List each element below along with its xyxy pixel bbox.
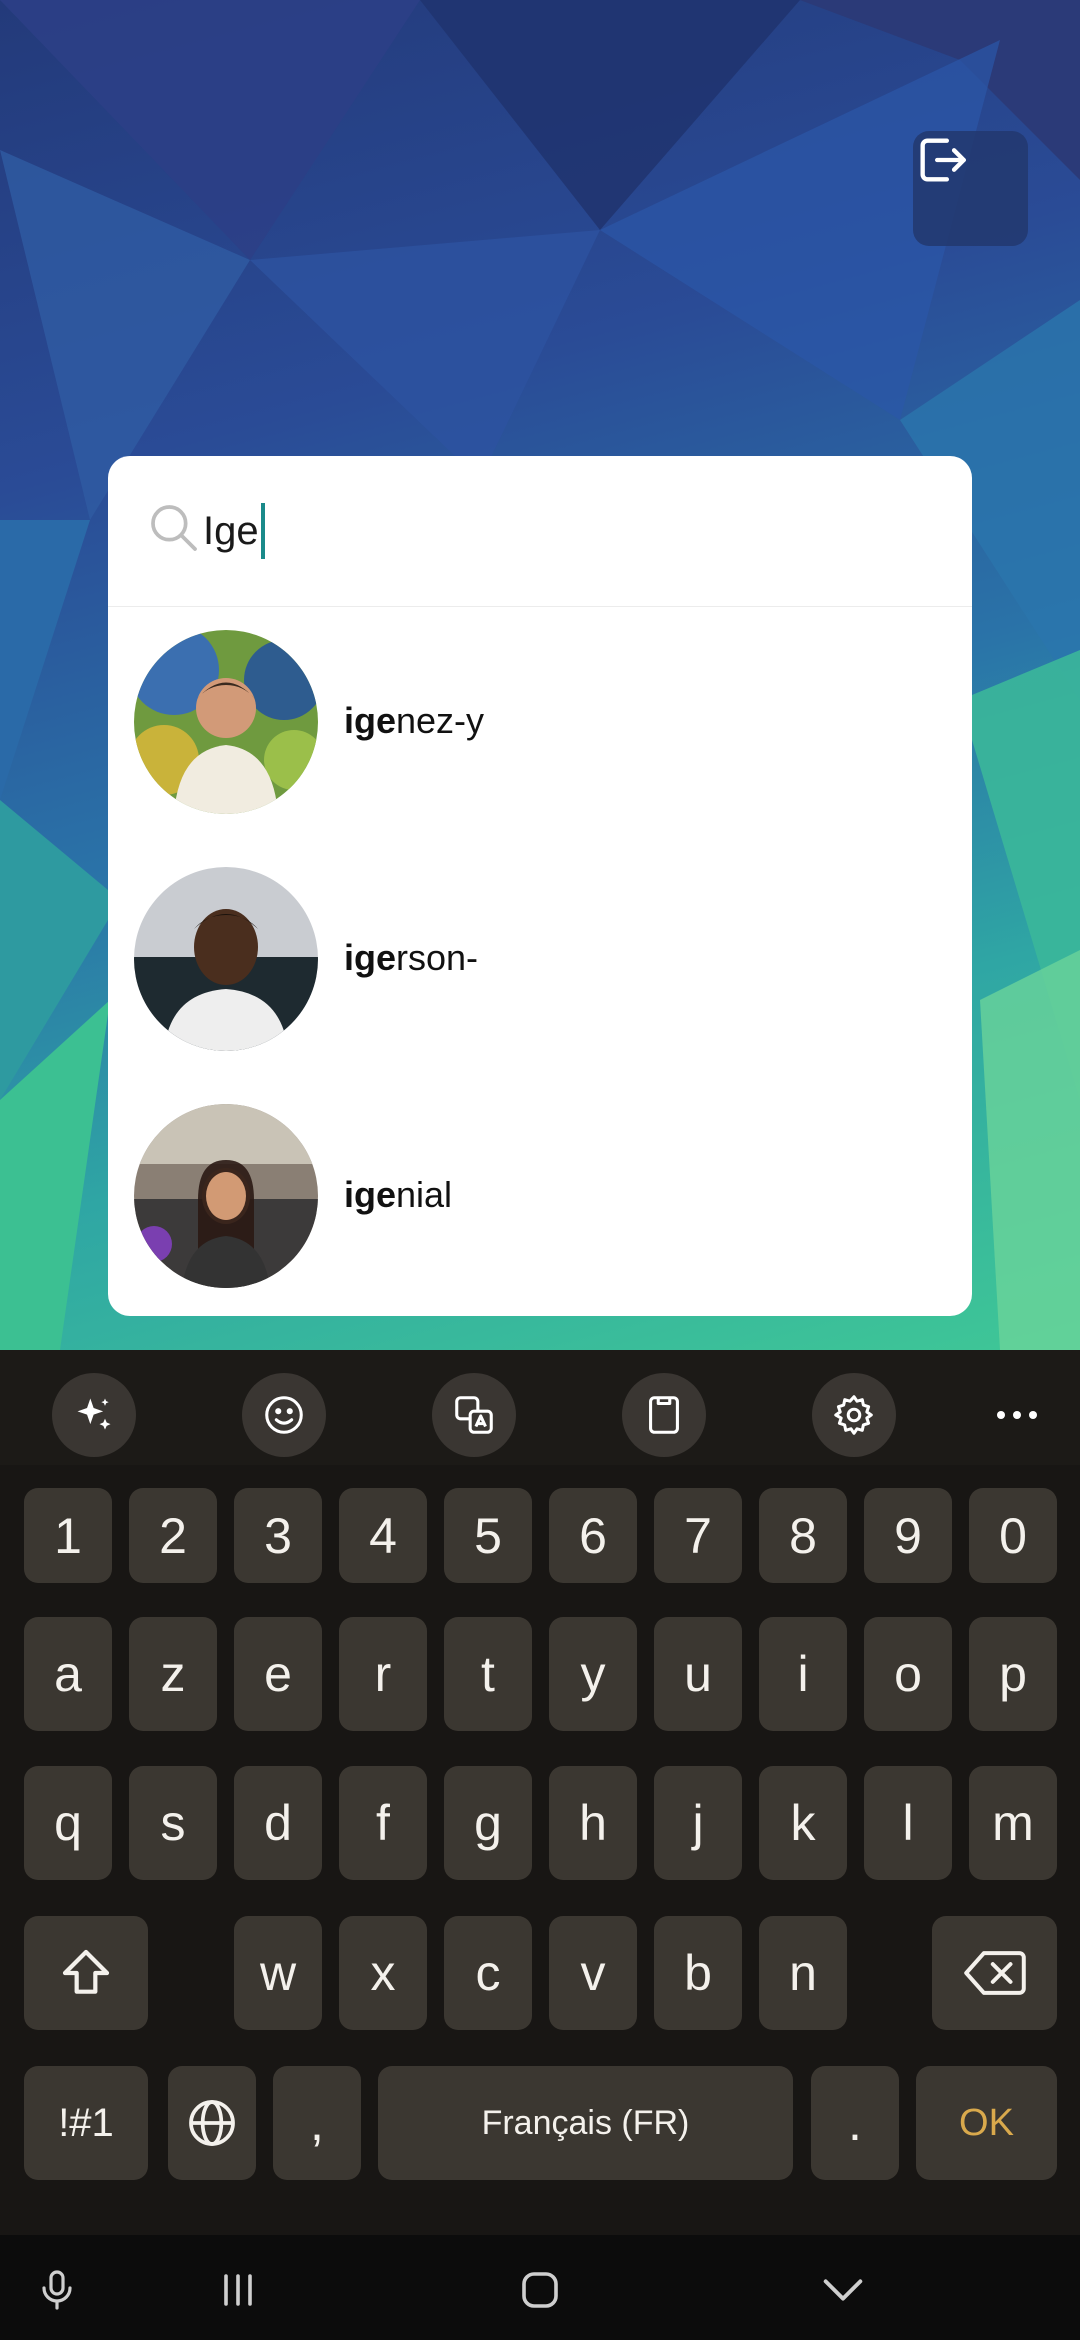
avatar [134,867,318,1051]
key-q[interactable]: q [24,1766,112,1880]
key-v[interactable]: v [549,1916,637,2030]
key-w[interactable]: w [234,1916,322,2030]
settings-button[interactable] [812,1373,896,1457]
key-0[interactable]: 0 [969,1488,1057,1583]
search-input[interactable]: Ige [203,496,923,566]
result-username: igenez-y [344,700,485,741]
period-key[interactable]: . [811,2066,899,2180]
sparkle-ai-icon [77,1398,111,1430]
key-o[interactable]: o [864,1617,952,1731]
key-c[interactable]: c [444,1916,532,2030]
symbols-key[interactable]: !#1 [24,2066,148,2180]
globe-icon [189,2100,235,2146]
translate-button[interactable] [432,1373,516,1457]
on-screen-keyboard: 1 2 3 4 5 6 7 8 9 0 a z e r t y u i o p … [0,1350,1080,2250]
key-9[interactable]: 9 [864,1488,952,1583]
recent-apps-button[interactable] [203,2255,273,2325]
key-6[interactable]: 6 [549,1488,637,1583]
key-1[interactable]: 1 [24,1488,112,1583]
result-item[interactable]: igenez-y [108,630,972,820]
shift-key[interactable] [24,1916,148,2030]
chevron-down-icon [823,2279,863,2301]
key-f[interactable]: f [339,1766,427,1880]
search-icon [151,505,197,551]
key-i[interactable]: i [759,1617,847,1731]
key-b[interactable]: b [654,1916,742,2030]
text-cursor [260,503,265,559]
key-5[interactable]: 5 [444,1488,532,1583]
search-panel: Ige igenez-y igerson- igenial [108,456,972,1316]
logout-icon [920,138,966,182]
key-z[interactable]: z [129,1617,217,1731]
comma-key[interactable]: , [273,2066,361,2180]
key-p[interactable]: p [969,1617,1057,1731]
key-h[interactable]: h [549,1766,637,1880]
key-d[interactable]: d [234,1766,322,1880]
key-g[interactable]: g [444,1766,532,1880]
emoji-button[interactable] [242,1373,326,1457]
key-3[interactable]: 3 [234,1488,322,1583]
backspace-key[interactable] [932,1916,1057,2030]
keyboard-toolbar [0,1350,1080,1465]
language-key[interactable] [168,2066,256,2180]
key-t[interactable]: t [444,1617,532,1731]
key-e[interactable]: e [234,1617,322,1731]
settings-icon [834,1395,873,1435]
space-key[interactable]: Français (FR) [378,2066,793,2180]
key-j[interactable]: j [654,1766,742,1880]
key-s[interactable]: s [129,1766,217,1880]
key-u[interactable]: u [654,1617,742,1731]
hide-keyboard-button[interactable] [808,2255,878,2325]
ok-key[interactable]: OK [916,2066,1057,2180]
logout-button[interactable] [913,131,1028,246]
key-8[interactable]: 8 [759,1488,847,1583]
translate-icon [455,1396,493,1434]
voice-input-button[interactable] [22,2255,92,2325]
search-bar[interactable]: Ige [108,456,972,607]
key-m[interactable]: m [969,1766,1057,1880]
recent-apps-icon [224,2274,252,2306]
system-navigation-bar [0,2235,1080,2340]
sparkle-ai-button[interactable] [52,1373,136,1457]
result-item[interactable]: igerson- [108,867,972,1057]
backspace-icon [963,1951,1026,1995]
key-2[interactable]: 2 [129,1488,217,1583]
search-query: Ige [203,508,259,553]
microphone-icon [42,2270,72,2310]
home-icon [522,2272,558,2308]
more-button[interactable] [975,1373,1059,1457]
key-7[interactable]: 7 [654,1488,742,1583]
key-k[interactable]: k [759,1766,847,1880]
more-icon [997,1411,1037,1419]
clipboard-button[interactable] [622,1373,706,1457]
emoji-icon [265,1396,303,1434]
result-username: igenial [344,1174,453,1215]
key-a[interactable]: a [24,1617,112,1731]
home-button[interactable] [505,2255,575,2325]
shift-icon [62,1949,110,1994]
avatar [134,630,318,814]
result-username: igerson- [344,937,479,978]
key-4[interactable]: 4 [339,1488,427,1583]
clipboard-icon [649,1396,679,1434]
key-y[interactable]: y [549,1617,637,1731]
avatar [134,1104,318,1288]
key-l[interactable]: l [864,1766,952,1880]
key-r[interactable]: r [339,1617,427,1731]
result-item[interactable]: igenial [108,1104,972,1294]
key-n[interactable]: n [759,1916,847,2030]
key-x[interactable]: x [339,1916,427,2030]
